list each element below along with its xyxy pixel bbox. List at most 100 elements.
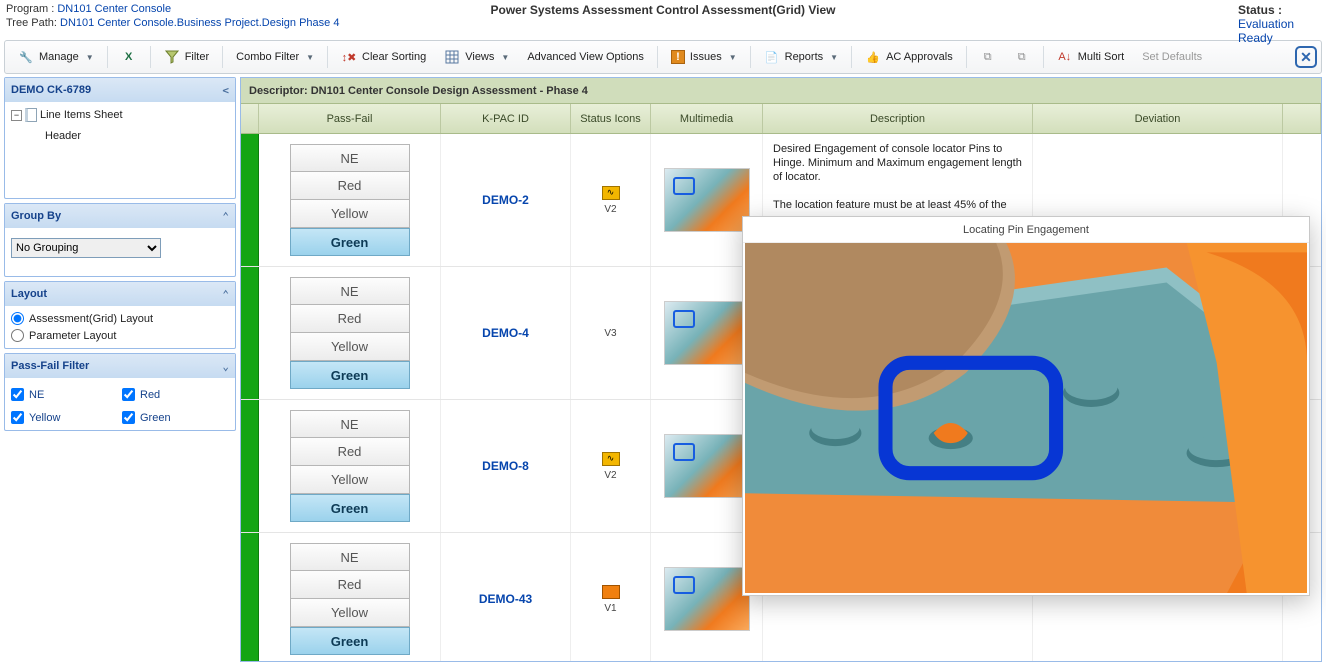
clear-sort-icon: ↕✖ — [341, 49, 357, 65]
layout-option-grid[interactable]: Assessment(Grid) Layout — [11, 310, 229, 327]
combo-filter-button[interactable]: Combo Filter ▼ — [227, 44, 323, 70]
thumbnail-image[interactable] — [664, 168, 750, 232]
ac-approvals-label: AC Approvals — [886, 51, 953, 63]
reports-button[interactable]: 📄 Reports ▼ — [755, 44, 847, 70]
passfail-option-green[interactable]: Green — [290, 228, 410, 256]
layout-option-param[interactable]: Parameter Layout — [11, 327, 229, 344]
passfail-option-yellow[interactable]: Yellow — [290, 599, 410, 627]
chevron-up-icon[interactable]: ⌃ — [222, 288, 229, 301]
tree-path-link[interactable]: DN101 Center Console.Business Project.De… — [60, 17, 339, 29]
clear-sorting-label: Clear Sorting — [362, 51, 426, 63]
passfail-option-red[interactable]: Red — [290, 571, 410, 599]
chevron-down-icon[interactable]: ⌄ — [222, 360, 229, 373]
copy-icon: ⧉ — [980, 49, 996, 65]
version-label: V2 — [604, 470, 616, 481]
passfail-option-red[interactable]: Red — [290, 438, 410, 466]
issues-button[interactable]: ! Issues ▼ — [662, 44, 746, 70]
row-status-stripe — [241, 134, 259, 266]
kpac-link[interactable]: DEMO-8 — [441, 400, 571, 532]
kpac-link[interactable]: DEMO-2 — [441, 134, 571, 266]
paste-button[interactable]: ⧉ — [1005, 44, 1039, 70]
version-label: V3 — [604, 328, 616, 339]
passfail-option-ne[interactable]: NE — [290, 410, 410, 438]
passfail-option-green[interactable]: Green — [290, 627, 410, 655]
pf-filter-red[interactable]: Red — [122, 386, 229, 403]
passfail-option-yellow[interactable]: Yellow — [290, 466, 410, 494]
groupby-select[interactable]: No Grouping — [11, 238, 161, 258]
tree-collapse-icon[interactable]: − — [11, 110, 22, 121]
status-cell: ∿V2 — [571, 134, 651, 266]
passfail-cell: NERedYellowGreen — [259, 267, 441, 399]
passfail-option-green[interactable]: Green — [290, 494, 410, 522]
tree-child-item[interactable]: Header — [11, 124, 229, 142]
status-cell: V3 — [571, 267, 651, 399]
export-excel-button[interactable]: X — [112, 44, 146, 70]
passfail-option-ne[interactable]: NE — [290, 277, 410, 305]
thumbnail-image[interactable] — [664, 301, 750, 365]
paste-icon: ⧉ — [1014, 49, 1030, 65]
col-deviation[interactable]: Deviation — [1033, 104, 1283, 133]
advanced-view-button[interactable]: Advanced View Options — [518, 44, 653, 70]
passfail-option-green[interactable]: Green — [290, 361, 410, 389]
layout-title: Layout — [11, 288, 47, 300]
chevron-down-icon: ▼ — [830, 53, 838, 62]
pulse-icon: ∿ — [602, 186, 620, 200]
manage-button[interactable]: 🔧 Manage ▼ — [9, 44, 103, 70]
close-button[interactable]: ✕ — [1295, 46, 1317, 68]
col-description[interactable]: Description — [763, 104, 1033, 133]
tree-root-item[interactable]: − Line Items Sheet — [11, 106, 229, 124]
status-icon — [602, 585, 620, 599]
copy-button[interactable]: ⧉ — [971, 44, 1005, 70]
views-button[interactable]: Views ▼ — [435, 44, 518, 70]
sort-icon: A↓ — [1057, 49, 1073, 65]
chevron-up-icon[interactable]: ⌃ — [222, 210, 229, 223]
row-status-stripe — [241, 400, 259, 532]
multi-sort-button[interactable]: A↓ Multi Sort — [1048, 44, 1133, 70]
ac-approvals-button[interactable]: 👍 AC Approvals — [856, 44, 962, 70]
filter-label: Filter — [185, 51, 209, 63]
advanced-view-label: Advanced View Options — [527, 51, 644, 63]
layout-radio-grid[interactable] — [11, 312, 24, 325]
passfail-filter-title: Pass-Fail Filter — [11, 360, 89, 372]
col-multimedia[interactable]: Multimedia — [651, 104, 763, 133]
groupby-title: Group By — [11, 210, 61, 222]
passfail-option-ne[interactable]: NE — [290, 543, 410, 571]
funnel-icon — [164, 49, 180, 65]
preview-image — [745, 243, 1307, 593]
filter-button[interactable]: Filter — [155, 44, 218, 70]
chevron-down-icon: ▼ — [306, 53, 314, 62]
collapse-left-icon[interactable]: < — [222, 84, 229, 97]
report-icon: 📄 — [764, 49, 780, 65]
row-status-stripe — [241, 533, 259, 661]
col-status[interactable]: Status Icons — [571, 104, 651, 133]
image-preview-popup: Locating Pin Engagement — [742, 216, 1310, 596]
sheet-icon — [25, 108, 37, 122]
manage-label: Manage — [39, 51, 79, 63]
thumbnail-image[interactable] — [664, 567, 750, 631]
tree-panel-title: DEMO CK-6789 — [11, 84, 91, 96]
passfail-cell: NERedYellowGreen — [259, 400, 441, 532]
passfail-option-red[interactable]: Red — [290, 172, 410, 200]
passfail-option-ne[interactable]: NE — [290, 144, 410, 172]
col-passfail[interactable]: Pass-Fail — [259, 104, 441, 133]
page-title: Power Systems Assessment Control Assessm… — [0, 3, 1326, 17]
passfail-option-yellow[interactable]: Yellow — [290, 200, 410, 228]
passfail-option-yellow[interactable]: Yellow — [290, 333, 410, 361]
passfail-cell: NERedYellowGreen — [259, 134, 441, 266]
pf-filter-ne[interactable]: NE — [11, 386, 118, 403]
thumbnail-image[interactable] — [664, 434, 750, 498]
pf-filter-yellow[interactable]: Yellow — [11, 409, 118, 426]
passfail-cell: NERedYellowGreen — [259, 533, 441, 661]
reports-label: Reports — [785, 51, 824, 63]
kpac-link[interactable]: DEMO-43 — [441, 533, 571, 661]
chevron-down-icon: ▼ — [86, 53, 94, 62]
clear-sorting-button[interactable]: ↕✖ Clear Sorting — [332, 44, 435, 70]
chevron-down-icon: ▼ — [501, 53, 509, 62]
multi-sort-label: Multi Sort — [1078, 51, 1124, 63]
set-defaults-button[interactable]: Set Defaults — [1133, 44, 1211, 70]
pf-filter-green[interactable]: Green — [122, 409, 229, 426]
layout-radio-param[interactable] — [11, 329, 24, 342]
kpac-link[interactable]: DEMO-4 — [441, 267, 571, 399]
col-kpac[interactable]: K-PAC ID — [441, 104, 571, 133]
passfail-option-red[interactable]: Red — [290, 305, 410, 333]
